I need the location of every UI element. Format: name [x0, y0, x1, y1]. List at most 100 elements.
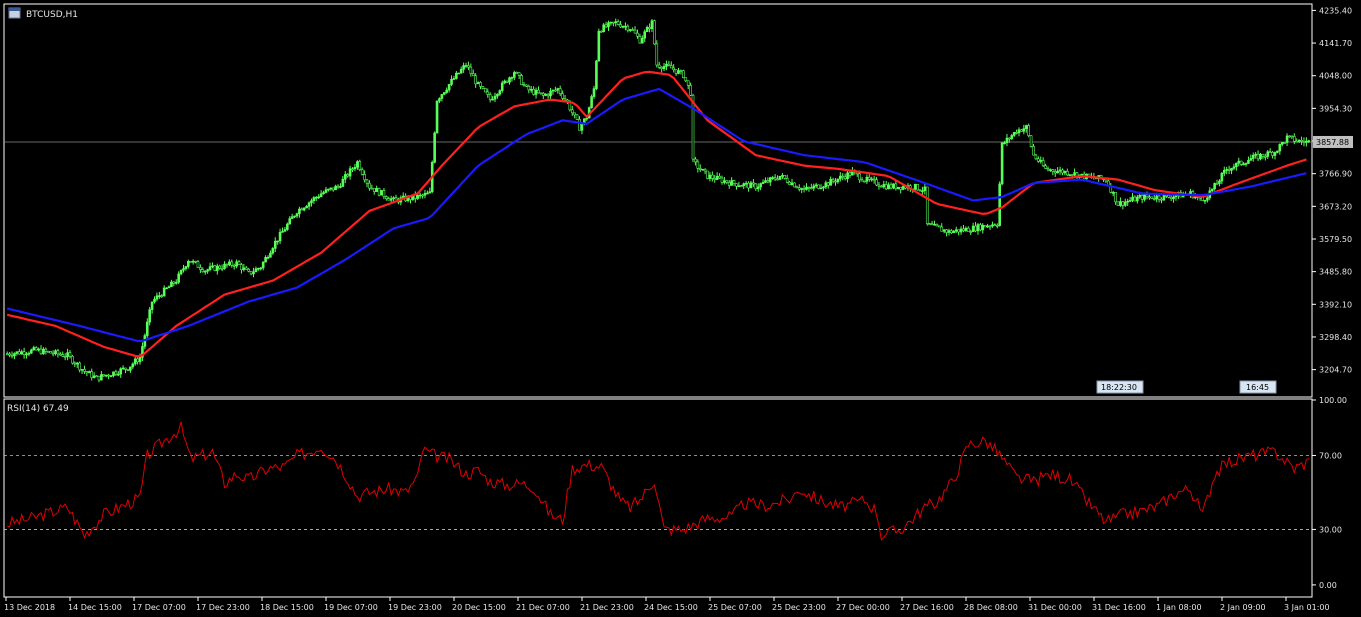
candle-body — [1276, 150, 1279, 153]
candle-body — [969, 231, 973, 233]
time-tick-label: 18 Dec 15:00 — [260, 603, 314, 612]
candle-body — [995, 225, 999, 227]
candle-body — [167, 286, 171, 289]
candle-body — [1232, 166, 1236, 169]
candle-body — [276, 240, 279, 243]
candle-body — [1027, 125, 1030, 136]
candle-body — [964, 227, 968, 231]
candle-body — [723, 180, 726, 183]
candle-body — [336, 185, 340, 188]
candle-body — [184, 266, 188, 269]
candle-body — [962, 228, 965, 231]
candle-body — [343, 174, 347, 180]
candle-body — [708, 174, 712, 179]
candle-body — [474, 75, 477, 85]
candle-body — [616, 21, 620, 25]
candle-body — [788, 181, 791, 185]
candle-body — [100, 374, 103, 381]
price-tick-label: 3673.20 — [1319, 202, 1352, 211]
time-marker-1: 18:22:30 — [1096, 380, 1144, 394]
candle-body — [37, 348, 40, 351]
candle-body — [689, 85, 692, 96]
candle-body — [686, 80, 690, 86]
candle-body — [628, 29, 632, 31]
candle-body — [822, 186, 825, 189]
candle-body — [638, 35, 642, 44]
candle-body — [467, 65, 470, 68]
candle-body — [957, 229, 960, 233]
candle-body — [102, 374, 106, 377]
candle-body — [1152, 198, 1156, 200]
candle-body — [1114, 192, 1117, 203]
candle-body — [68, 352, 72, 357]
candle-body — [621, 25, 625, 28]
rsi-tick-label: 30.00 — [1319, 525, 1342, 534]
candle-body — [1162, 194, 1166, 201]
candle-body — [447, 84, 451, 91]
candle-body — [831, 178, 835, 182]
candle-body — [641, 37, 644, 44]
candle-body — [590, 96, 593, 108]
candle-body — [918, 189, 922, 192]
candle-body — [368, 182, 371, 189]
candle-body — [370, 187, 374, 190]
candle-body — [814, 184, 818, 187]
candle-body — [1215, 183, 1219, 185]
candle-body — [744, 182, 748, 185]
candle-body — [725, 180, 729, 183]
candle-body — [1174, 195, 1178, 198]
candle-body — [643, 31, 647, 39]
candle-body — [1254, 153, 1257, 156]
candle-body — [1123, 201, 1127, 206]
candle-body — [83, 369, 86, 372]
candle-body — [486, 91, 490, 95]
candle-body — [522, 84, 526, 86]
candle-body — [1271, 151, 1274, 156]
candle-body — [756, 186, 760, 190]
candle-body — [1128, 200, 1132, 202]
candle-body — [633, 29, 637, 34]
candle-body — [532, 88, 535, 95]
candle-body — [1012, 132, 1016, 136]
candle-body — [694, 158, 697, 163]
candle-body — [392, 197, 395, 199]
time-tick-label: 28 Dec 08:00 — [964, 603, 1018, 612]
candle-body — [322, 192, 325, 195]
candle-body — [648, 27, 651, 30]
candle-body — [213, 265, 217, 271]
candle-body — [1307, 140, 1311, 142]
candle-body — [13, 353, 16, 357]
candle-body — [1169, 196, 1173, 199]
candle-body — [810, 187, 813, 189]
candle-body — [288, 218, 292, 225]
candle-body — [464, 65, 468, 67]
candle-body — [172, 281, 176, 284]
candle-body — [240, 264, 243, 270]
candle-body — [34, 347, 38, 351]
candle-body — [365, 179, 369, 184]
candle-body — [503, 80, 506, 84]
candle-body — [298, 208, 301, 215]
candle-body — [887, 184, 890, 190]
price-tick-label: 3298.40 — [1319, 333, 1352, 342]
candle-body — [1165, 194, 1168, 197]
candle-body — [259, 267, 263, 270]
candle-body — [334, 185, 337, 191]
rsi-panel[interactable]: 100.00 70.00 30.00 0.00 RSI(14) 67.49 — [3, 396, 1347, 598]
candle-body — [657, 64, 661, 68]
candle-body — [839, 175, 842, 180]
candle-body — [510, 77, 514, 79]
candle-body — [846, 172, 849, 180]
candle-body — [718, 175, 721, 179]
candle-body — [1116, 201, 1120, 206]
candle-body — [824, 182, 828, 188]
candle-body — [353, 166, 357, 170]
candle-body — [1227, 169, 1231, 171]
candle-body — [199, 267, 202, 270]
candle-body — [1273, 152, 1277, 156]
candle-body — [1210, 188, 1214, 192]
price-panel[interactable]: 4235.404141.704048.003954.303860.603766.… — [3, 3, 1353, 398]
candle-body — [203, 270, 207, 273]
candle-body — [650, 20, 654, 30]
candle-body — [892, 183, 895, 189]
